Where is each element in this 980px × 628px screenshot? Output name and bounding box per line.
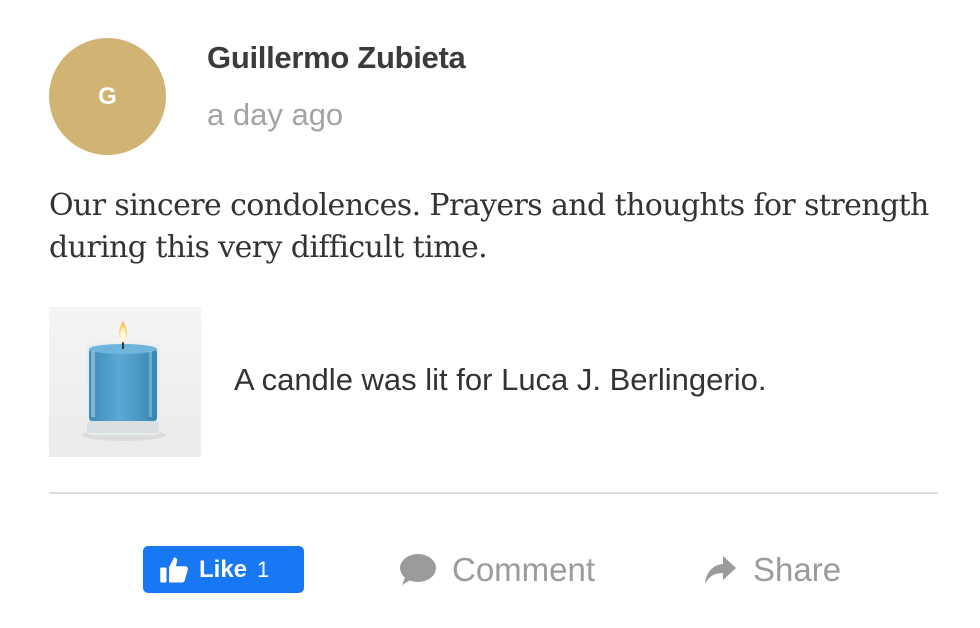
post-message: Our sincere condolences. Prayers and tho…	[49, 188, 929, 265]
avatar-initial: G	[98, 82, 117, 110]
comment-button[interactable]: Comment	[398, 546, 595, 593]
author-name[interactable]: Guillermo Zubieta	[207, 40, 466, 76]
condolence-post-card: G Guillermo Zubieta a day ago Our sincer…	[0, 0, 980, 628]
divider	[49, 492, 938, 494]
like-button[interactable]: Like 1	[143, 546, 304, 593]
share-label: Share	[753, 550, 842, 588]
like-label: Like	[199, 555, 248, 583]
avatar[interactable]: G	[49, 38, 166, 155]
candle-icon	[49, 307, 201, 457]
thumbs-up-icon	[160, 557, 188, 582]
candle-message: A candle was lit for Luca J. Berlingerio…	[234, 362, 767, 397]
comment-icon	[398, 553, 436, 587]
like-count: 1	[257, 556, 270, 582]
post-timestamp: a day ago	[207, 97, 344, 132]
candle-image	[49, 307, 201, 457]
share-icon	[703, 554, 737, 586]
comment-label: Comment	[452, 550, 596, 588]
share-button[interactable]: Share	[703, 546, 841, 593]
